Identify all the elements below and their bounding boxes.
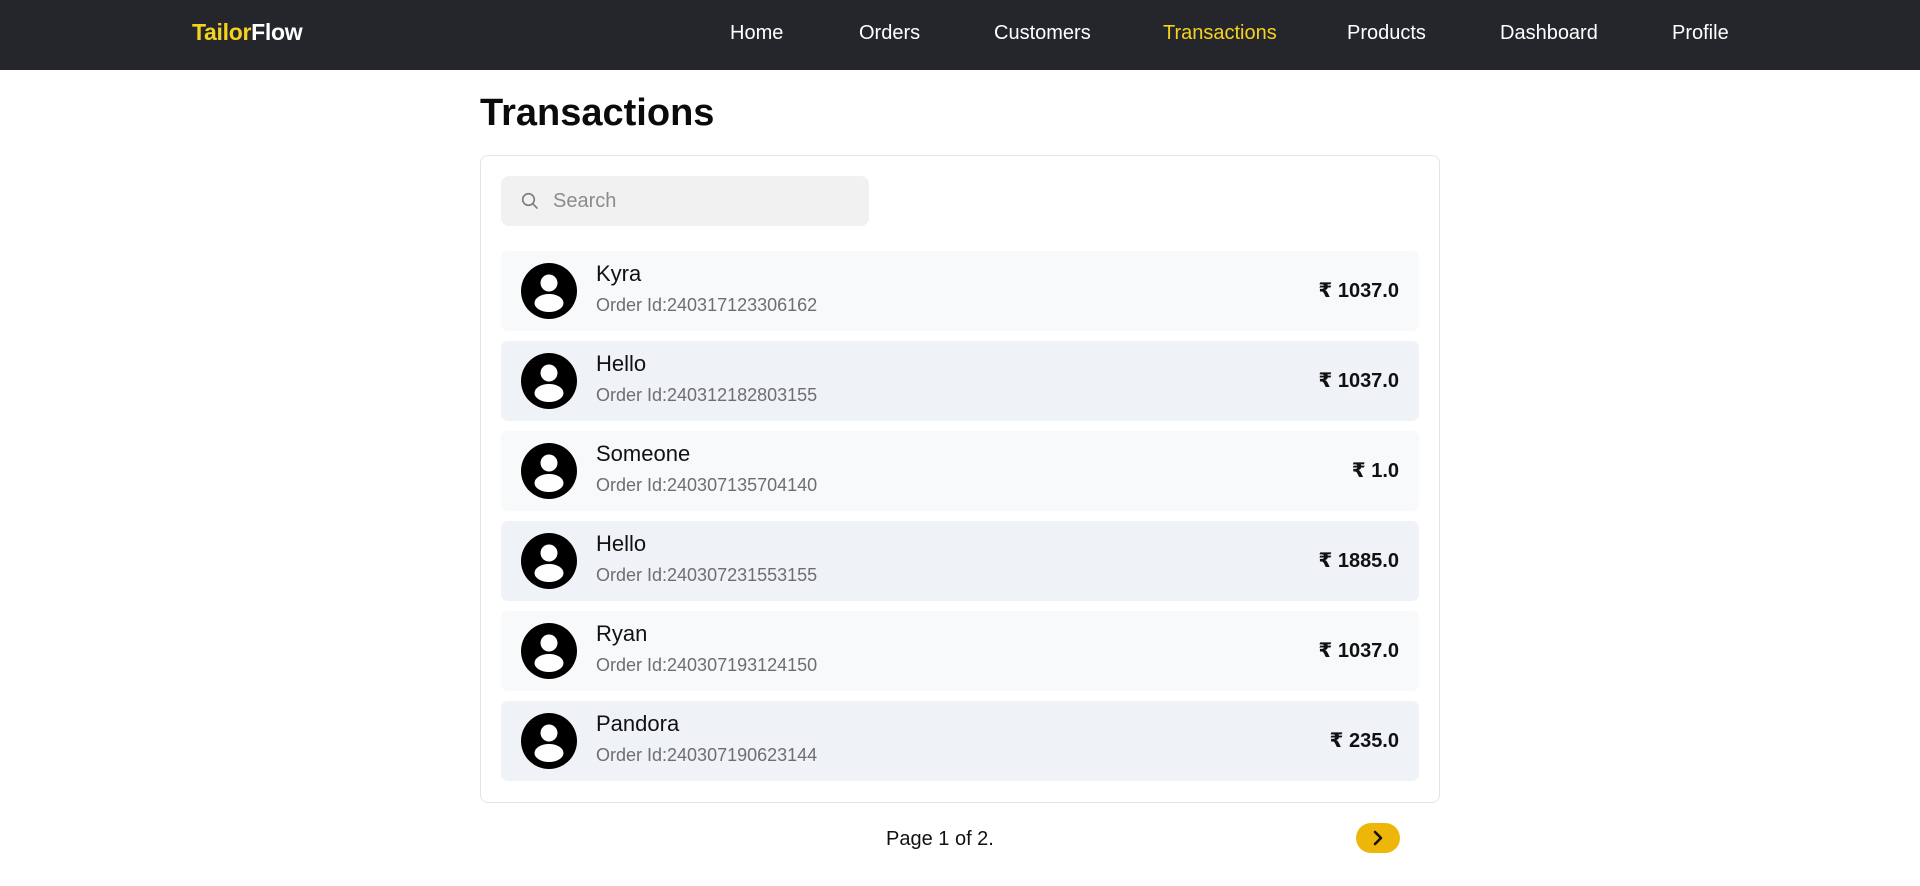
chevron-right-icon [1373, 830, 1383, 846]
customer-name: Hello [596, 531, 647, 556]
order-id: Order Id:240307231553155 [596, 565, 818, 585]
user-avatar-icon [521, 443, 577, 499]
customer-name: Pandora [596, 711, 680, 736]
transaction-amount: ₹ 1037.0 [1318, 640, 1399, 662]
transaction-row[interactable]: Ryan Order Id:240307193124150 ₹ 1037.0 [501, 611, 1419, 691]
transaction-row[interactable]: Kyra Order Id:240317123306162 ₹ 1037.0 [501, 251, 1419, 331]
transaction-amount: ₹ 1037.0 [1318, 280, 1399, 302]
transaction-amount: ₹ 1885.0 [1318, 550, 1399, 572]
transaction-row[interactable]: Pandora Order Id:240307190623144 ₹ 235.0 [501, 701, 1419, 781]
user-avatar-icon [521, 353, 577, 409]
search-icon [521, 192, 538, 209]
customer-name: Ryan [596, 621, 648, 646]
transaction-row[interactable]: Hello Order Id:240307231553155 ₹ 1885.0 [501, 521, 1419, 601]
nav-link-profile[interactable]: Profile [1672, 22, 1729, 45]
order-id: Order Id:240312182803155 [596, 385, 818, 405]
user-avatar-icon [521, 533, 577, 589]
customer-name: Hello [596, 351, 647, 376]
nav-link-orders[interactable]: Orders [859, 22, 920, 45]
brand-logo-part1: Tailor [192, 19, 252, 45]
transaction-amount: ₹ 1037.0 [1318, 370, 1399, 392]
customer-name: Someone [596, 441, 691, 466]
transaction-amount: ₹ 235.0 [1329, 730, 1399, 752]
nav-link-dashboard[interactable]: Dashboard [1500, 22, 1598, 45]
nav-link-products[interactable]: Products [1347, 22, 1426, 45]
transaction-row[interactable]: Hello Order Id:240312182803155 ₹ 1037.0 [501, 341, 1419, 421]
nav-link-home[interactable]: Home [730, 22, 783, 45]
transaction-amount: ₹ 1.0 [1351, 460, 1399, 482]
page-title: Transactions [480, 92, 715, 134]
user-avatar-icon [521, 713, 577, 769]
user-avatar-icon [521, 623, 577, 679]
order-id: Order Id:240307190623144 [596, 745, 818, 765]
nav-link-customers[interactable]: Customers [994, 22, 1091, 45]
top-navbar: TailorFlow Home Orders Customers Transac… [0, 0, 1920, 70]
customer-name: Kyra [596, 261, 642, 286]
pagination-text: Page 1 of 2. [886, 828, 994, 850]
search-input[interactable] [553, 176, 853, 226]
nav-link-transactions[interactable]: Transactions [1163, 22, 1277, 45]
transaction-row[interactable]: Someone Order Id:240307135704140 ₹ 1.0 [501, 431, 1419, 511]
brand-logo[interactable]: TailorFlow [192, 19, 303, 46]
order-id: Order Id:240307135704140 [596, 475, 818, 495]
order-id: Order Id:240317123306162 [596, 295, 818, 315]
user-avatar-icon [521, 263, 577, 319]
next-page-button[interactable] [1356, 823, 1400, 853]
brand-logo-part2: Flow [251, 19, 303, 45]
order-id: Order Id:240307193124150 [596, 655, 818, 675]
search-box[interactable] [501, 176, 869, 226]
transactions-card: Kyra Order Id:240317123306162 ₹ 1037.0 H… [480, 155, 1440, 803]
